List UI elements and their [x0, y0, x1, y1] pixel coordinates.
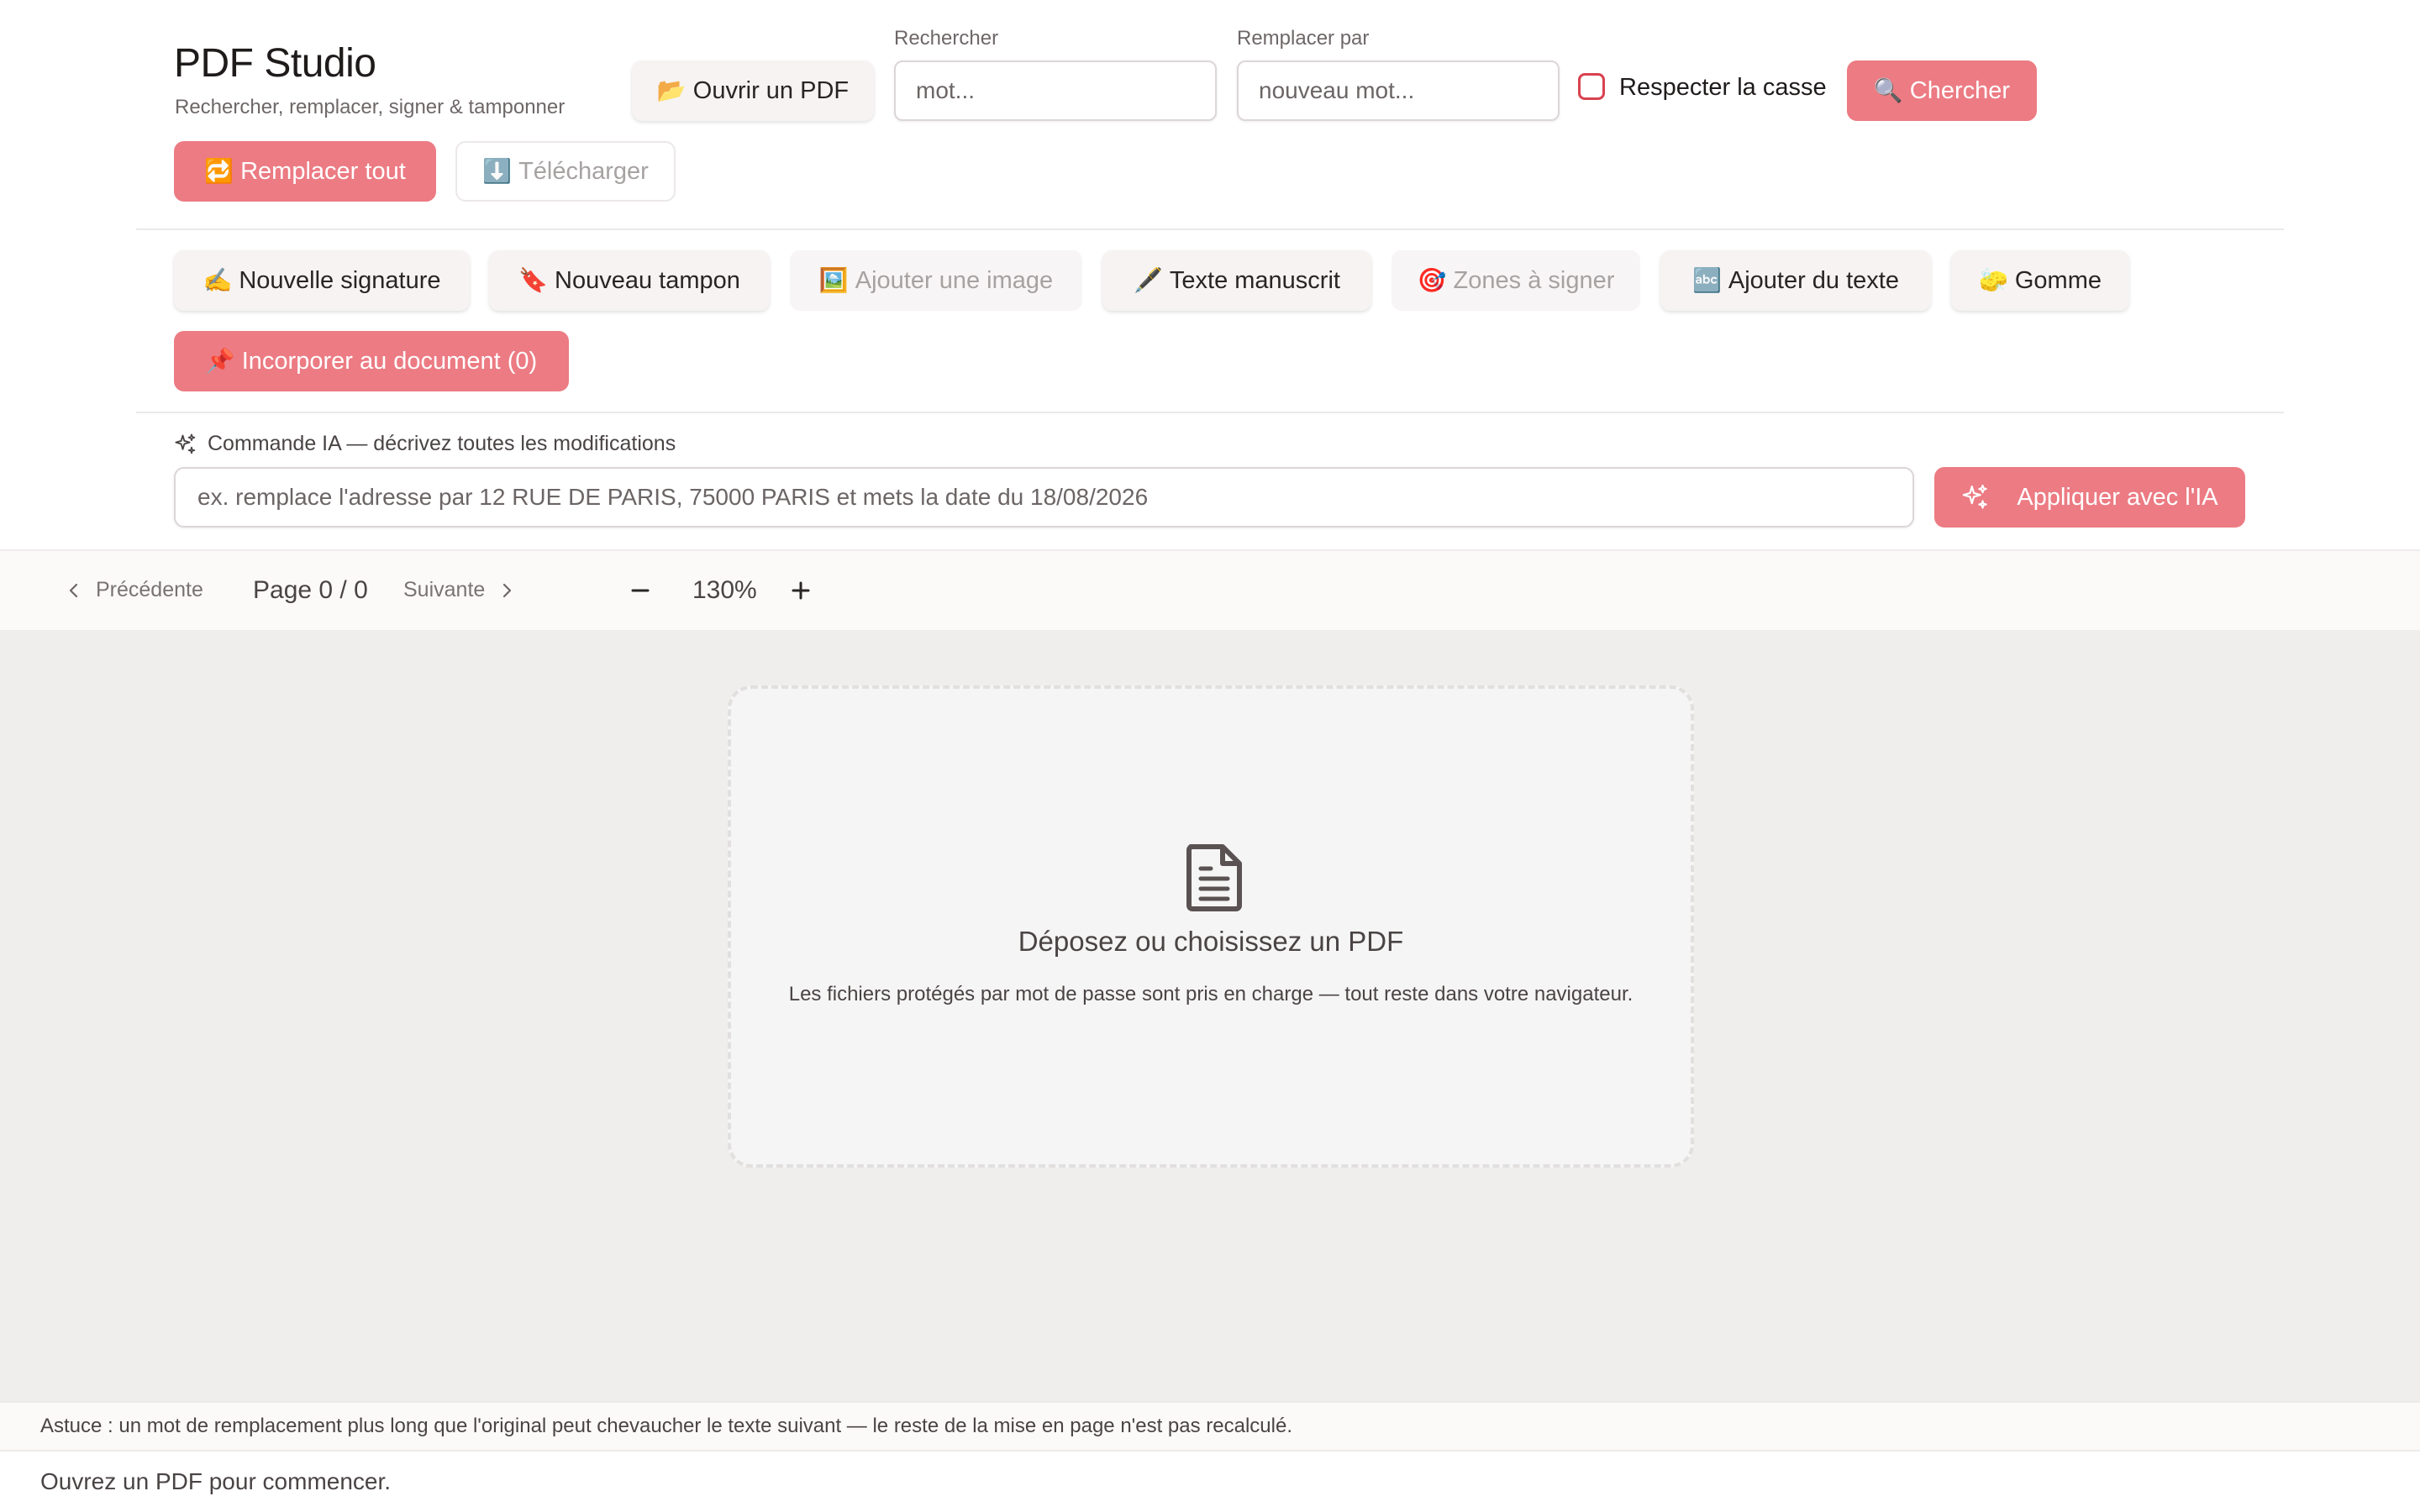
page-indicator: Page 0 / 0 [253, 576, 368, 604]
plus-icon [792, 581, 810, 600]
replace-all-button[interactable]: 🔁 Remplacer tout [174, 141, 436, 202]
dropzone-subtitle: Les fichiers protégés par mot de passe s… [788, 983, 1634, 1005]
handwritten-text-label: Texte manuscrit [1169, 266, 1340, 294]
apply-ai-label: Appliquer avec l'IA [2017, 483, 2218, 511]
status-bar: Ouvrez un PDF pour commencer. [0, 1450, 2420, 1512]
document-icon [1186, 844, 1242, 911]
search-label: Rechercher [894, 27, 999, 50]
folder-icon: 📂 [656, 77, 687, 103]
download-button[interactable]: ⬇️ Télécharger [455, 141, 676, 202]
embed-label: Incorporer au document (0) [241, 347, 538, 375]
bookmark-icon: 🔖 [518, 267, 548, 293]
next-page-button[interactable]: Suivante [403, 578, 515, 602]
ai-command-label: Commande IA — décrivez toutes les modifi… [208, 432, 676, 455]
sparkles-icon [1963, 484, 1988, 509]
replace-label: Remplacer par [1237, 27, 1370, 50]
apply-ai-button[interactable]: Appliquer avec l'IA [1934, 467, 2245, 528]
picture-icon: 🖼️ [818, 267, 849, 293]
repeat-icon: 🔁 [204, 158, 234, 184]
new-stamp-button[interactable]: 🔖 Nouveau tampon [489, 250, 770, 311]
embed-button[interactable]: 📌 Incorporer au document (0) [174, 331, 569, 391]
add-text-label: Ajouter du texte [1728, 266, 1899, 294]
divider [136, 228, 2284, 230]
zoom-in-button[interactable] [782, 572, 819, 609]
minus-icon [631, 589, 650, 592]
abc-icon: 🔤 [1691, 267, 1722, 293]
add-image-label: Ajouter une image [855, 266, 1054, 294]
writing-hand-icon: ✍️ [203, 267, 233, 293]
magnifier-icon: 🔍 [1873, 77, 1903, 103]
fountain-pen-icon: 🖋️ [1134, 267, 1163, 293]
ai-command-label-row: Commande IA — décrivez toutes les modifi… [174, 432, 676, 456]
app-subtitle: Rechercher, remplacer, signer & tamponne… [175, 96, 566, 118]
sponge-icon: 🧽 [1978, 267, 2008, 293]
previous-page-button[interactable]: Précédente [66, 578, 203, 602]
sign-zones-button[interactable]: 🎯 Zones à signer [1392, 250, 1640, 311]
pushpin-icon: 📌 [205, 348, 235, 374]
zoom-level: 130% [692, 576, 757, 604]
eraser-label: Gomme [2014, 266, 2102, 294]
divider [136, 412, 2284, 413]
target-icon: 🎯 [1417, 267, 1447, 293]
page-navigation-bar: Précédente Page 0 / 0 Suivante 130% [0, 549, 2420, 630]
search-button[interactable]: 🔍 Chercher [1847, 60, 2037, 121]
add-text-button[interactable]: 🔤 Ajouter du texte [1660, 250, 1931, 311]
match-case-checkbox[interactable] [1578, 73, 1605, 100]
download-icon: ⬇️ [482, 158, 513, 184]
search-button-label: Chercher [1909, 76, 2011, 104]
app-title: PDF Studio [174, 41, 376, 86]
open-pdf-label: Ouvrir un PDF [692, 76, 850, 104]
tip-text: Astuce : un mot de remplacement plus lon… [40, 1415, 1293, 1437]
next-page-label: Suivante [403, 578, 486, 601]
tip-bar: Astuce : un mot de remplacement plus lon… [0, 1401, 2420, 1450]
new-signature-label: Nouvelle signature [239, 266, 441, 294]
replace-input[interactable] [1237, 60, 1560, 121]
open-pdf-button[interactable]: 📂 Ouvrir un PDF [632, 60, 874, 121]
document-canvas: Déposez ou choisissez un PDF Les fichier… [0, 630, 2420, 1401]
chevron-left-icon [69, 583, 78, 597]
app-header: PDF Studio Rechercher, remplacer, signer… [0, 0, 2420, 549]
match-case-label[interactable]: Respecter la casse [1619, 74, 1827, 102]
new-signature-button[interactable]: ✍️ Nouvelle signature [174, 250, 470, 311]
previous-page-label: Précédente [96, 578, 203, 601]
new-stamp-label: Nouveau tampon [555, 266, 740, 294]
dropzone-title: Déposez ou choisissez un PDF [1018, 926, 1404, 957]
replace-all-label: Remplacer tout [240, 157, 406, 185]
sign-zones-label: Zones à signer [1453, 266, 1615, 294]
search-input[interactable] [894, 60, 1217, 121]
add-image-button[interactable]: 🖼️ Ajouter une image [790, 250, 1082, 311]
status-text: Ouvrez un PDF pour commencer. [40, 1468, 392, 1494]
ai-command-input[interactable] [174, 467, 1914, 528]
download-label: Télécharger [518, 157, 649, 185]
eraser-button[interactable]: 🧽 Gomme [1951, 250, 2129, 311]
zoom-out-button[interactable] [622, 572, 659, 609]
sparkles-icon [175, 433, 196, 454]
chevron-right-icon [503, 583, 512, 597]
handwritten-text-button[interactable]: 🖋️ Texte manuscrit [1102, 250, 1371, 311]
pdf-dropzone[interactable]: Déposez ou choisissez un PDF Les fichier… [728, 685, 1694, 1168]
